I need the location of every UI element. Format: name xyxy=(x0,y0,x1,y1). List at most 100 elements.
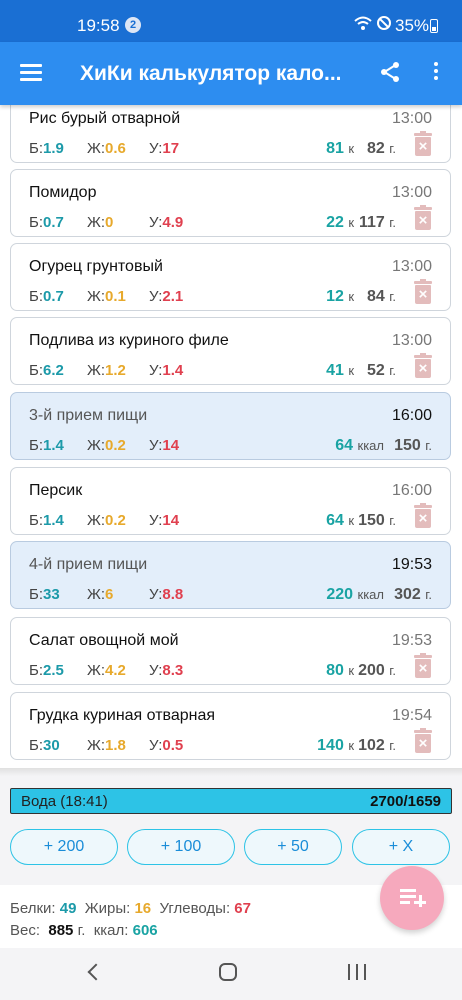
protein-value: 0.7 xyxy=(43,214,64,231)
grams-unit: г. xyxy=(389,663,396,678)
recent-apps-icon[interactable] xyxy=(348,964,366,980)
kcal-unit: к xyxy=(348,363,354,378)
grams-unit: г. xyxy=(389,738,396,753)
notification-count-badge: 2 xyxy=(125,17,141,33)
add-water-custom-button[interactable]: + X xyxy=(352,829,450,865)
meal-header[interactable]: 4-й прием пищи 19:53 Б:33 Ж:6 У:8.8 220 … xyxy=(10,541,451,609)
entry-name: Салат овощной мой xyxy=(29,632,179,649)
kcal-unit: к xyxy=(348,215,354,230)
entry-time: 13:00 xyxy=(391,258,432,275)
protein-value: 1.9 xyxy=(43,140,64,157)
grams-value: 150 xyxy=(358,512,385,529)
fat-label: Ж: xyxy=(87,586,106,603)
grams-unit: г. xyxy=(389,363,396,378)
hamburger-icon[interactable] xyxy=(20,64,42,81)
fat-label: Ж: xyxy=(87,437,106,454)
fat-label: Ж: xyxy=(87,288,106,305)
summary-fat-label: Жиры: xyxy=(84,900,131,917)
grams-value: 117 xyxy=(358,214,385,231)
more-vert-icon[interactable] xyxy=(432,62,440,84)
trash-icon[interactable]: × xyxy=(414,205,432,231)
carbs-value: 1.4 xyxy=(162,362,184,379)
fat-value: 1.2 xyxy=(105,362,126,379)
trash-icon[interactable]: × xyxy=(414,279,432,305)
grams-unit: г. xyxy=(425,587,432,602)
kcal-unit: к xyxy=(348,738,354,753)
entries-list[interactable]: Рис бурый отварной 13:00 Б:1.9 Ж:0.6 У:1… xyxy=(0,105,462,768)
fat-value: 0.2 xyxy=(105,512,126,529)
fat-value: 0 xyxy=(105,214,114,231)
app-title: ХиКи калькулятор кало... xyxy=(80,62,342,85)
summary-fat-value: 16 xyxy=(134,900,152,917)
carbs-value: 8.3 xyxy=(162,662,184,679)
list-item[interactable]: Салат овощной мой 19:53 Б:2.5 Ж:4.2 У:8.… xyxy=(10,617,451,685)
trash-icon[interactable]: × xyxy=(414,728,432,754)
fat-value: 1.8 xyxy=(105,737,126,754)
trash-icon[interactable]: × xyxy=(414,503,432,529)
kcal-unit: ккал xyxy=(357,438,384,453)
share-icon[interactable] xyxy=(378,60,402,84)
trash-icon[interactable]: × xyxy=(414,653,432,679)
summary-carbs-value: 67 xyxy=(234,900,251,917)
home-icon[interactable] xyxy=(219,963,237,981)
meal-name: 3-й прием пищи xyxy=(29,407,148,424)
protein-label: Б: xyxy=(29,662,44,679)
entry-name: Подлива из куриного филе xyxy=(29,332,229,349)
add-water-50-button[interactable]: + 50 xyxy=(244,829,342,865)
system-navigation-bar xyxy=(0,948,462,1000)
protein-label: Б: xyxy=(29,586,44,603)
kcal-unit: к xyxy=(348,513,354,528)
entry-time: 13:00 xyxy=(391,332,432,349)
protein-label: Б: xyxy=(29,437,44,454)
fat-value: 0.1 xyxy=(105,288,126,305)
protein-value: 0.7 xyxy=(43,288,64,305)
carbs-label: У: xyxy=(149,512,163,529)
list-item[interactable]: Грудка куриная отварная 19:54 Б:30 Ж:1.8… xyxy=(10,692,451,760)
grams-unit: г. xyxy=(389,513,396,528)
meal-name: 4-й прием пищи xyxy=(29,556,148,573)
water-progress-bar[interactable]: Вода (18:41) 2700/1659 xyxy=(10,788,452,814)
back-icon[interactable] xyxy=(87,963,105,981)
trash-icon[interactable]: × xyxy=(414,353,432,379)
list-item[interactable]: Персик 16:00 Б:1.4 Ж:0.2 У:14 64 к 150 г… xyxy=(10,467,451,535)
fat-label: Ж: xyxy=(87,512,106,529)
grams-value: 84 xyxy=(366,288,385,305)
status-bar: 19:58 2 35% xyxy=(0,0,462,42)
protein-value: 2.5 xyxy=(43,662,64,679)
fat-label: Ж: xyxy=(87,662,106,679)
protein-value: 30 xyxy=(43,737,60,754)
protein-value: 1.4 xyxy=(43,512,64,529)
entry-name: Помидор xyxy=(29,184,97,201)
list-item[interactable]: Подлива из куриного филе 13:00 Б:6.2 Ж:1… xyxy=(10,317,451,385)
entry-time: 13:00 xyxy=(391,110,432,127)
list-item[interactable]: Огурец грунтовый 13:00 Б:0.7 Ж:0.1 У:2.1… xyxy=(10,243,451,311)
carbs-label: У: xyxy=(149,288,163,305)
protein-label: Б: xyxy=(29,214,44,231)
kcal-value: 64 xyxy=(326,512,344,529)
entry-name: Огурец грунтовый xyxy=(29,258,163,275)
protein-value: 6.2 xyxy=(43,362,64,379)
grams-value: 102 xyxy=(358,737,385,754)
entry-time: 16:00 xyxy=(391,482,432,499)
carbs-label: У: xyxy=(149,214,163,231)
entry-name: Грудка куриная отварная xyxy=(29,707,216,724)
fat-value: 4.2 xyxy=(105,662,126,679)
add-water-200-button[interactable]: + 200 xyxy=(10,829,118,865)
fat-value: 6 xyxy=(105,586,114,603)
grams-value: 150 xyxy=(394,437,421,454)
playlist-add-icon[interactable] xyxy=(380,866,444,930)
add-water-100-button[interactable]: + 100 xyxy=(127,829,235,865)
grams-value: 52 xyxy=(366,362,385,379)
meal-header[interactable]: 3-й прием пищи 16:00 Б:1.4 Ж:0.2 У:14 64… xyxy=(10,392,451,460)
meal-time: 16:00 xyxy=(391,407,432,424)
trash-icon[interactable]: × xyxy=(414,131,432,157)
fat-value: 0.6 xyxy=(105,140,126,157)
summary-weight-unit: г. xyxy=(77,922,86,939)
do-not-disturb-icon xyxy=(376,16,391,30)
fat-label: Ж: xyxy=(87,140,106,157)
grams-unit: г. xyxy=(425,438,432,453)
summary-kcal-value: 606 xyxy=(132,922,158,939)
list-item[interactable]: Помидор 13:00 Б:0.7 Ж:0 У:4.9 22 к 117 г… xyxy=(10,169,451,237)
list-item[interactable]: Рис бурый отварной 13:00 Б:1.9 Ж:0.6 У:1… xyxy=(10,105,451,163)
kcal-value: 12 xyxy=(326,288,344,305)
